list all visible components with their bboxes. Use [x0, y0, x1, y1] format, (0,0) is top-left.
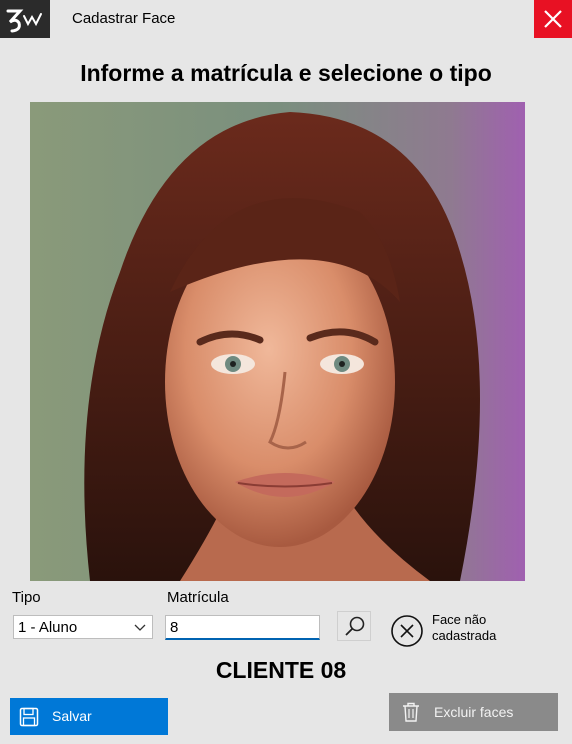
face-status-line1: Face não: [432, 612, 487, 627]
trash-icon: [403, 702, 419, 722]
window-title: Cadastrar Face: [72, 10, 176, 27]
face-status-line2: cadastrada: [432, 628, 497, 643]
matricula-label: Matrícula: [167, 589, 229, 606]
client-name: CLIENTE 08: [215, 657, 347, 683]
matricula-input[interactable]: [165, 615, 320, 640]
delete-faces-button-label: Excluir faces: [434, 704, 514, 720]
face-status-text: Face não cadastrada: [432, 612, 522, 644]
page-heading: Informe a matrícula e selecione o tipo: [80, 60, 492, 86]
title-bar: Cadastrar Face: [0, 0, 572, 38]
delete-faces-button[interactable]: Excluir faces: [389, 693, 558, 731]
app-logo: [0, 0, 50, 38]
tipo-select-value: 1 - Aluno: [18, 619, 78, 636]
logo-icon: [6, 9, 42, 33]
search-button[interactable]: [337, 611, 371, 641]
save-button-label: Salvar: [52, 708, 92, 724]
search-icon: [345, 616, 365, 636]
face-photo: [30, 102, 525, 581]
floppy-disk-icon: [19, 707, 39, 727]
save-button[interactable]: Salvar: [10, 698, 168, 735]
tipo-select[interactable]: 1 - Aluno: [13, 615, 153, 639]
chevron-down-icon: [134, 624, 146, 631]
x-circle-icon: [391, 615, 423, 647]
close-button[interactable]: [534, 0, 572, 38]
tipo-label: Tipo: [12, 589, 41, 606]
close-icon: [544, 10, 562, 28]
